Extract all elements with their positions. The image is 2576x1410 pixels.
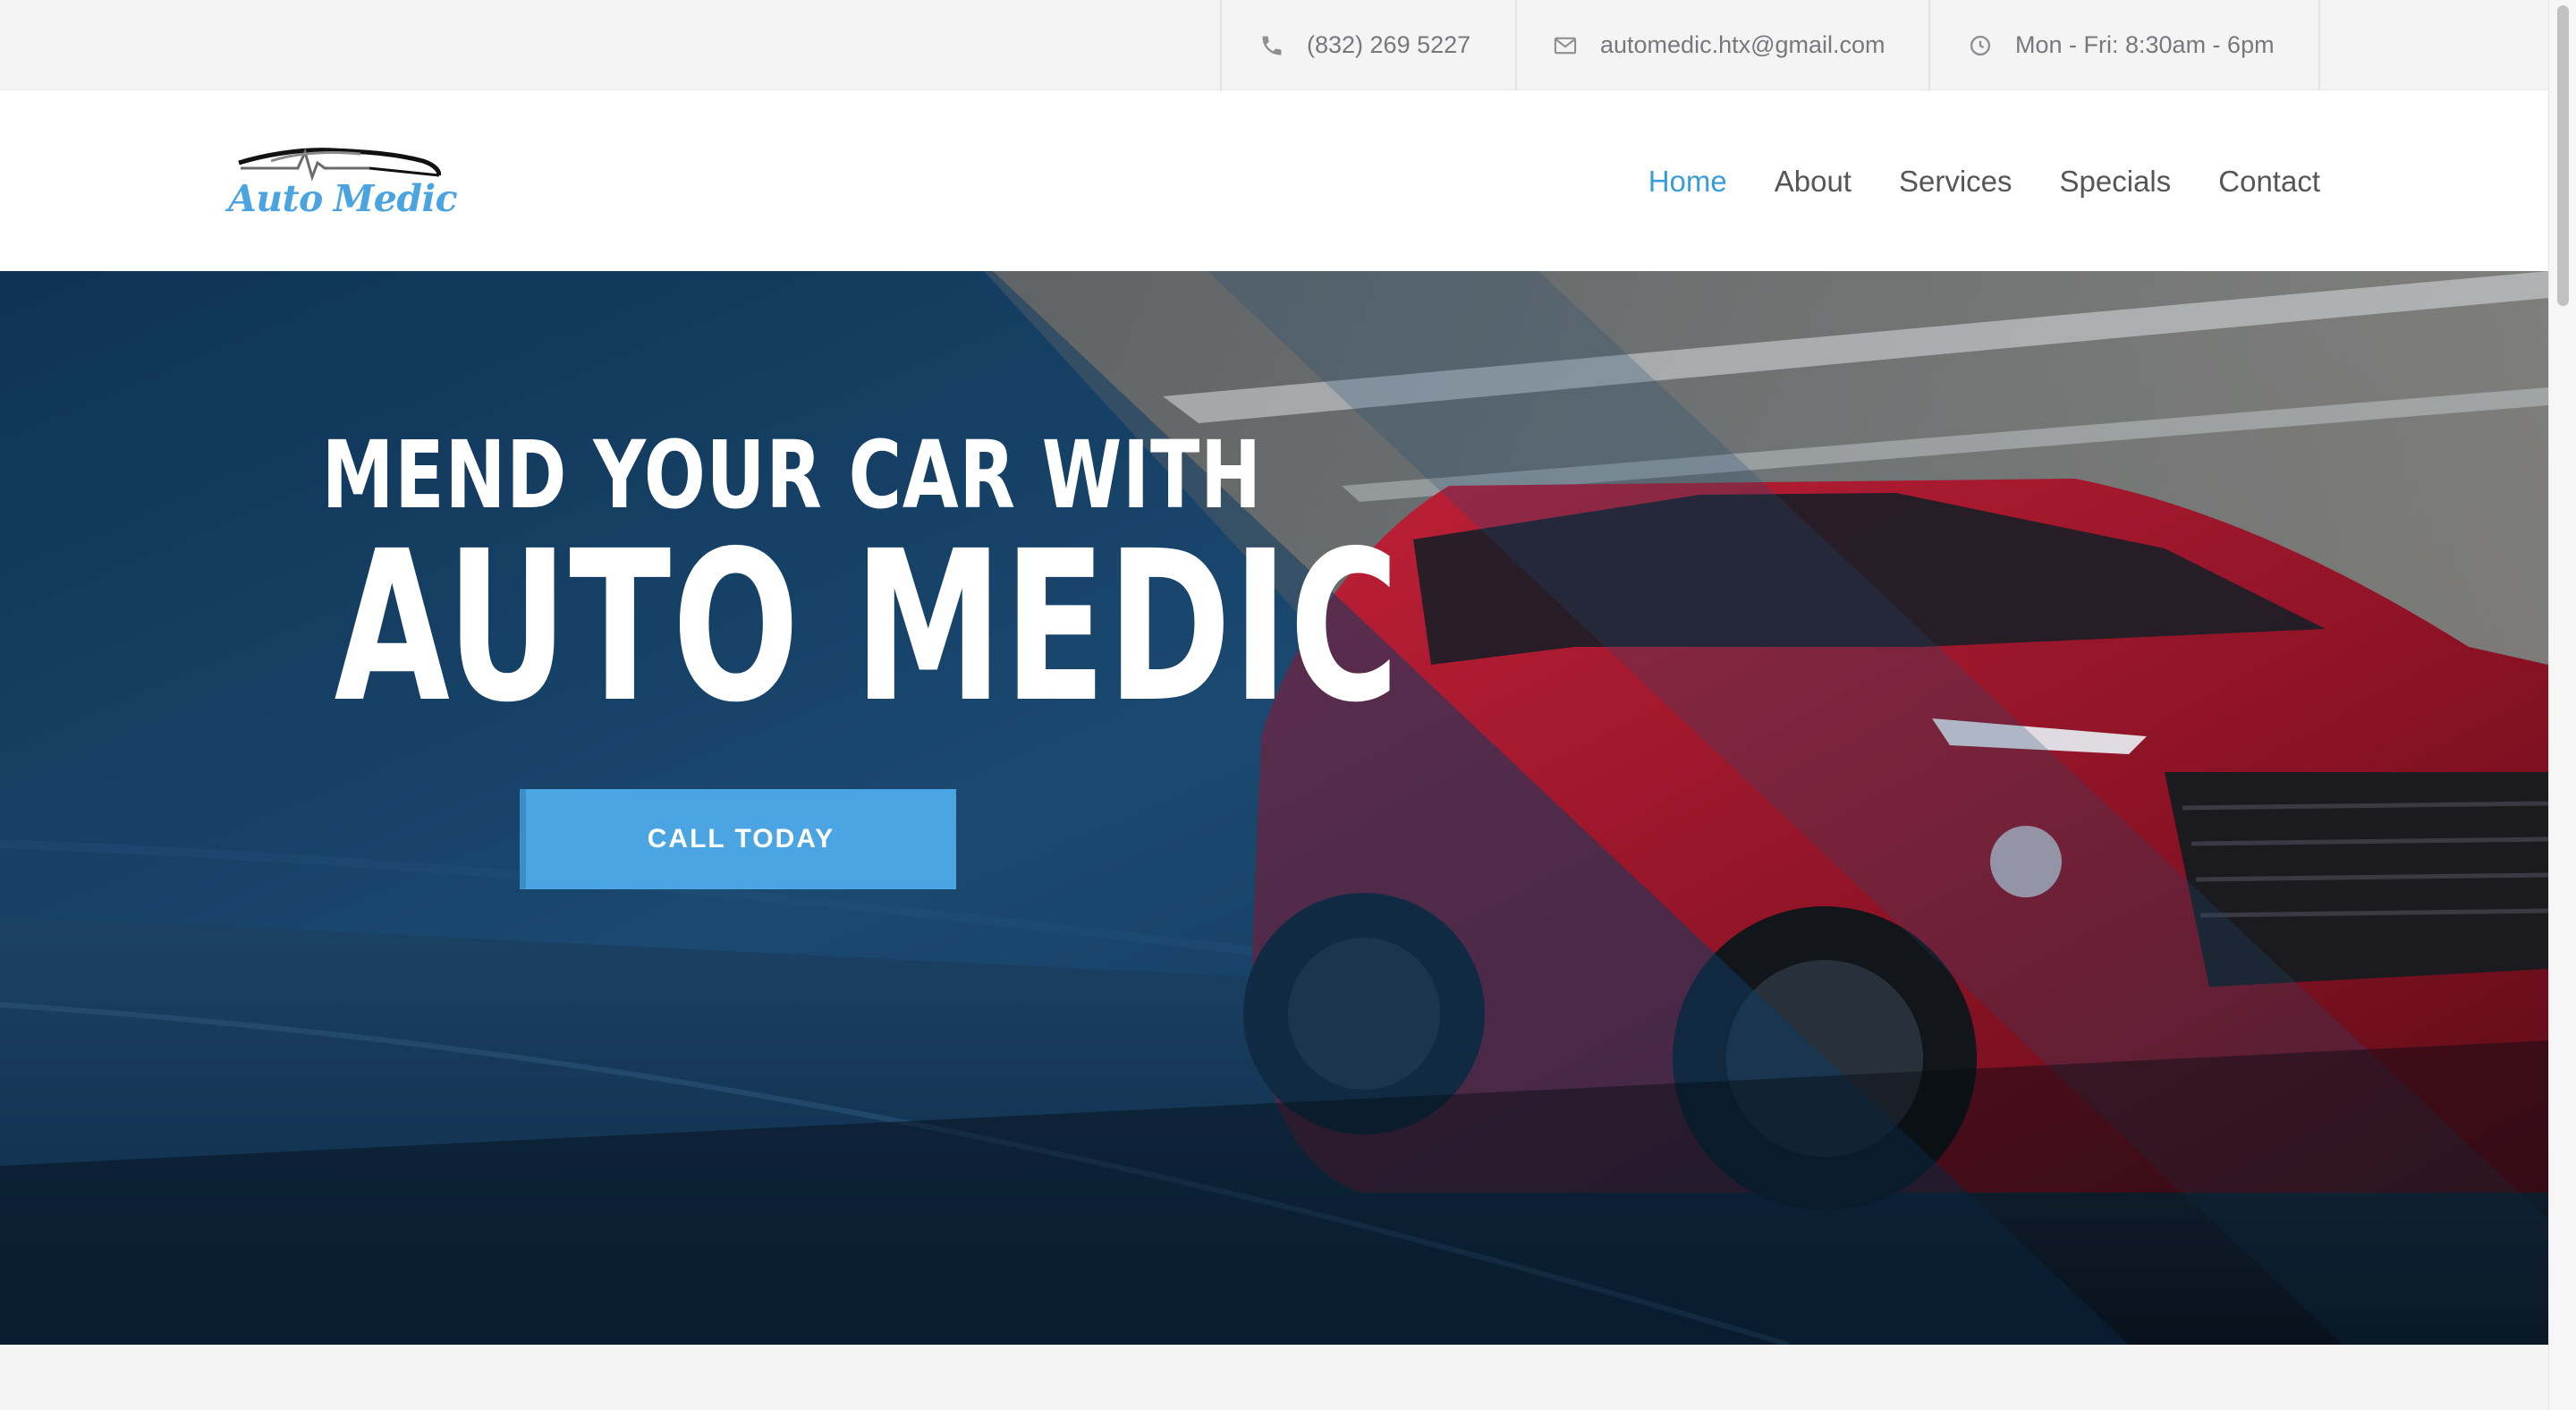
car-heartbeat-logo-icon <box>238 148 441 182</box>
phone-icon <box>1259 33 1284 58</box>
page-scrollbar[interactable] <box>2548 0 2576 1410</box>
nav-specials[interactable]: Specials <box>2060 158 2172 205</box>
hero-headline-line2: AUTO MEDIC <box>334 506 1401 748</box>
site-header: Auto Medic Home About Services Specials C… <box>0 90 2548 271</box>
envelope-icon <box>1553 33 1578 58</box>
site-logo[interactable]: Auto Medic <box>228 141 458 224</box>
nav-about[interactable]: About <box>1775 158 1852 205</box>
logo-word-auto: Auto <box>228 177 323 220</box>
topbar-email-text: automedic.htx@gmail.com <box>1600 31 1885 58</box>
topbar-phone-text: (832) 269 5227 <box>1307 31 1471 58</box>
scrollbar-thumb[interactable] <box>2557 5 2569 306</box>
main-nav: Home About Services Specials Contact <box>1601 158 2320 205</box>
topbar-hours: Mon - Fri: 8:30am - 6pm <box>1928 0 2320 90</box>
topbar-phone[interactable]: (832) 269 5227 <box>1220 0 1515 90</box>
topbar-email[interactable]: automedic.htx@gmail.com <box>1515 0 1928 90</box>
logo-word-medic: Medic <box>333 177 458 220</box>
logo-text: Auto Medic <box>228 177 458 220</box>
topbar-hours-text: Mon - Fri: 8:30am - 6pm <box>2015 31 2275 58</box>
nav-services[interactable]: Services <box>1899 158 2012 205</box>
nav-home[interactable]: Home <box>1648 158 1727 205</box>
top-info-bar: (832) 269 5227 automedic.htx@gmail.com M… <box>0 0 2548 90</box>
page: (832) 269 5227 automedic.htx@gmail.com M… <box>0 0 2576 1410</box>
clock-icon <box>1968 33 1993 58</box>
call-today-button[interactable]: CALL TODAY <box>520 789 956 889</box>
nav-contact[interactable]: Contact <box>2218 158 2320 205</box>
next-section-strip <box>0 1345 2548 1410</box>
hero-banner: MEND YOUR CAR WITH AUTO MEDIC CALL TODAY <box>0 271 2548 1345</box>
